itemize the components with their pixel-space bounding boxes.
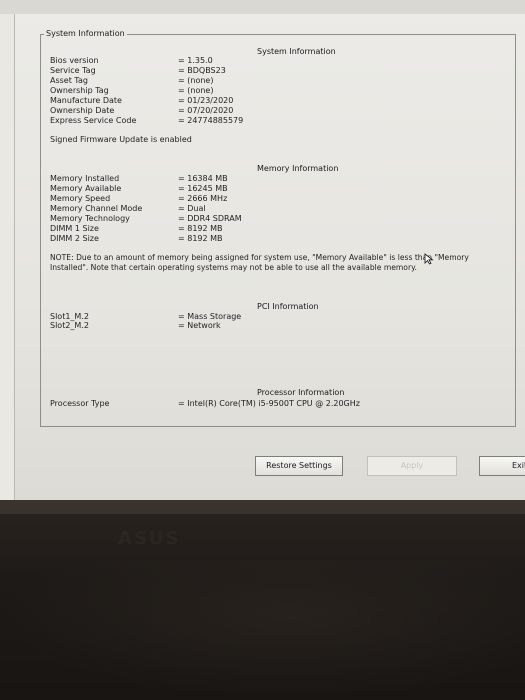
asset-tag-label: Asset Tag <box>50 76 88 85</box>
apply-button[interactable]: Apply <box>367 456 457 476</box>
window-title: System Information <box>44 29 127 38</box>
ownership-tag-label: Ownership Tag <box>50 86 109 95</box>
exit-button[interactable]: Exit <box>479 456 525 476</box>
screen-reflection <box>0 560 525 700</box>
processor-type-value: = Intel(R) Core(TM) i5-9500T CPU @ 2.20G… <box>178 399 360 408</box>
memory-installed-value: = 16384 MB <box>178 174 228 183</box>
asset-tag-value: = (none) <box>178 76 214 85</box>
brand-logo: ASUS <box>118 528 181 549</box>
manufacture-date-label: Manufacture Date <box>50 96 122 105</box>
processor-type-label: Processor Type <box>50 399 110 408</box>
memory-available-label: Memory Available <box>50 184 122 193</box>
pci-info-heading: PCI Information <box>257 302 319 311</box>
top-bar <box>0 0 525 14</box>
dimm1-size-value: = 8192 MB <box>178 224 223 233</box>
memory-speed-label: Memory Speed <box>50 194 111 203</box>
bios-screen: System Information System Information Bi… <box>0 0 525 500</box>
processor-info-heading: Processor Information <box>257 388 345 397</box>
memory-installed-label: Memory Installed <box>50 174 120 183</box>
memory-technology-label: Memory Technology <box>50 214 130 223</box>
dimm2-size-label: DIMM 2 Size <box>50 234 99 243</box>
memory-channel-mode-value: = Dual <box>178 204 206 213</box>
ownership-date-value: = 07/20/2020 <box>178 106 234 115</box>
manufacture-date-value: = 01/23/2020 <box>178 96 234 105</box>
express-service-code-label: Express Service Code <box>50 116 137 125</box>
dimm2-size-value: = 8192 MB <box>178 234 223 243</box>
service-tag-label: Service Tag <box>50 66 96 75</box>
memory-info-heading: Memory Information <box>257 164 339 173</box>
bios-version-label: Bios version <box>50 56 99 65</box>
system-info-heading: System Information <box>257 47 336 56</box>
settings-tree-panel[interactable] <box>0 14 15 500</box>
ownership-tag-value: = (none) <box>178 86 214 95</box>
slot2-value: = Network <box>178 321 221 330</box>
ownership-date-label: Ownership Date <box>50 106 115 115</box>
memory-available-value: = 16245 MB <box>178 184 228 193</box>
slot2-label: Slot2_M.2 <box>50 321 89 330</box>
mouse-cursor-icon <box>424 253 434 265</box>
bezel-edge <box>0 500 525 514</box>
memory-channel-mode-label: Memory Channel Mode <box>50 204 143 213</box>
system-information-group <box>40 34 516 427</box>
firmware-update-status: Signed Firmware Update is enabled <box>50 135 192 144</box>
memory-technology-value: = DDR4 SDRAM <box>178 214 242 223</box>
dimm1-size-label: DIMM 1 Size <box>50 224 99 233</box>
service-tag-value: = BDQBS23 <box>178 66 226 75</box>
express-service-code-value: = 24774885579 <box>178 116 244 125</box>
bios-version-value: = 1.35.0 <box>178 56 213 65</box>
restore-settings-button[interactable]: Restore Settings <box>255 456 343 476</box>
memory-speed-value: = 2666 MHz <box>178 194 228 203</box>
